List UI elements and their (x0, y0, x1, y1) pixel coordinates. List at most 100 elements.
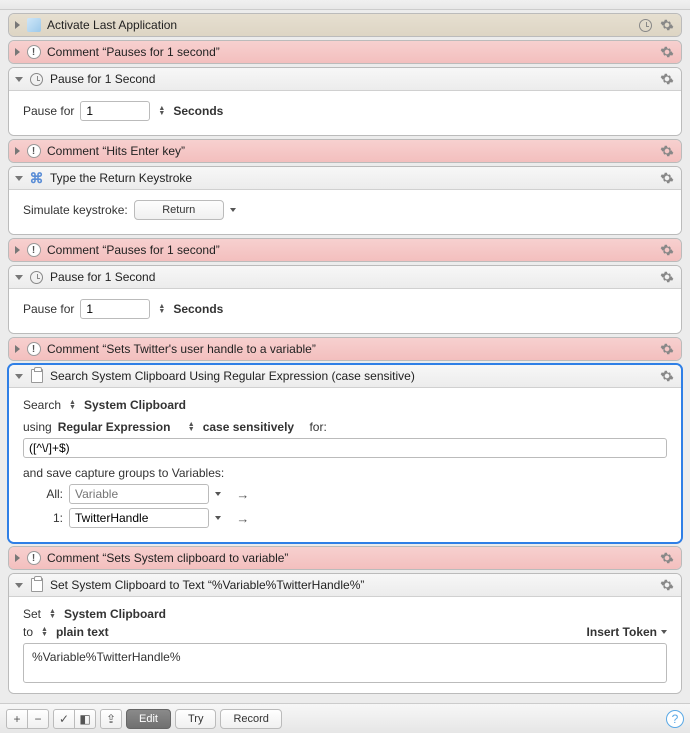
action-type-keystroke[interactable]: ⌘ Type the Return Keystroke Simulate key… (8, 166, 682, 235)
action-header[interactable]: ! Comment “Sets Twitter's user handle to… (9, 338, 681, 360)
disclosure-icon[interactable] (15, 21, 20, 29)
pause-label: Pause for (23, 104, 74, 118)
action-comment[interactable]: ! Comment “Hits Enter key” (8, 139, 682, 163)
gear-icon[interactable] (659, 71, 675, 87)
updown-icon[interactable]: ▲▼ (41, 627, 48, 637)
arrow-right-icon[interactable]: → (236, 487, 249, 502)
action-header[interactable]: ! Comment “Hits Enter key” (9, 140, 681, 162)
chevron-down-icon[interactable] (215, 492, 221, 496)
top-divider (0, 0, 690, 10)
bottom-toolbar: + − ✓ ◧ ⇪ Edit Try Record ? (0, 703, 690, 733)
to-format-popup[interactable]: plain text (56, 625, 109, 639)
pause-value-input[interactable] (80, 299, 150, 319)
action-search-clipboard[interactable]: Search System Clipboard Using Regular Ex… (8, 364, 682, 543)
updown-icon[interactable]: ▲▼ (158, 304, 165, 314)
disclosure-icon[interactable] (15, 246, 20, 254)
disclosure-icon[interactable] (15, 583, 23, 588)
show-button[interactable]: ◧ (74, 709, 96, 729)
share-button[interactable]: ⇪ (100, 709, 122, 729)
gear-icon[interactable] (659, 368, 675, 384)
clipboard-text-input[interactable]: %Variable%TwitterHandle% (23, 643, 667, 683)
clipboard-icon (29, 369, 44, 384)
action-header[interactable]: Pause for 1 Second (9, 68, 681, 91)
action-comment[interactable]: ! Comment “Pauses for 1 second” (8, 40, 682, 64)
edit-button[interactable]: Edit (126, 709, 171, 729)
disclosure-icon[interactable] (15, 147, 20, 155)
action-title: Pause for 1 Second (50, 72, 659, 86)
action-header[interactable]: Search System Clipboard Using Regular Ex… (9, 365, 681, 388)
action-title: Activate Last Application (47, 18, 638, 32)
gear-icon[interactable] (659, 242, 675, 258)
search-target-popup[interactable]: System Clipboard (84, 398, 186, 412)
enable-button[interactable]: ✓ (53, 709, 75, 729)
action-title: Comment “Sets System clipboard to variab… (47, 551, 659, 565)
updown-icon[interactable]: ▲▼ (49, 609, 56, 619)
search-label: Search (23, 398, 61, 412)
action-header[interactable]: ! Comment “Pauses for 1 second” (9, 41, 681, 63)
disclosure-icon[interactable] (15, 77, 23, 82)
using-label: using (23, 420, 52, 434)
app-icon (26, 18, 41, 33)
using-mode-popup[interactable]: Regular Expression (58, 420, 171, 434)
pause-unit-popup[interactable]: Seconds (173, 104, 223, 118)
exclaim-icon: ! (26, 551, 41, 566)
disclosure-icon[interactable] (15, 275, 23, 280)
action-activate-last-app[interactable]: Activate Last Application (8, 13, 682, 37)
action-title: Set System Clipboard to Text “%Variable%… (50, 578, 659, 592)
disclosure-icon[interactable] (15, 374, 23, 379)
gear-icon[interactable] (659, 577, 675, 593)
capture-1-input[interactable] (69, 508, 209, 528)
gear-icon[interactable] (659, 170, 675, 186)
remove-button[interactable]: − (27, 709, 49, 729)
arrow-right-icon[interactable]: → (236, 511, 249, 526)
case-mode-popup[interactable]: case sensitively (203, 420, 294, 434)
action-pause[interactable]: Pause for 1 Second Pause for ▲▼ Seconds (8, 265, 682, 334)
capture-all-input[interactable] (69, 484, 209, 504)
chevron-down-icon[interactable] (230, 208, 236, 212)
action-header[interactable]: Set System Clipboard to Text “%Variable%… (9, 574, 681, 597)
action-header[interactable]: Pause for 1 Second (9, 266, 681, 289)
disclosure-icon[interactable] (15, 176, 23, 181)
gear-icon[interactable] (659, 550, 675, 566)
insert-token-label: Insert Token (587, 625, 657, 639)
set-label: Set (23, 607, 41, 621)
action-body: Set ▲▼ System Clipboard to ▲▼ plain text… (9, 597, 681, 693)
help-button[interactable]: ? (666, 710, 684, 728)
gear-icon[interactable] (659, 44, 675, 60)
action-header[interactable]: Activate Last Application (9, 14, 681, 36)
updown-icon[interactable]: ▲▼ (158, 106, 165, 116)
disclosure-icon[interactable] (15, 345, 20, 353)
disclosure-icon[interactable] (15, 554, 20, 562)
insert-token-popup[interactable]: Insert Token (587, 625, 667, 639)
action-set-clipboard[interactable]: Set System Clipboard to Text “%Variable%… (8, 573, 682, 694)
action-comment[interactable]: ! Comment “Sets System clipboard to vari… (8, 546, 682, 570)
updown-icon[interactable]: ▲▼ (69, 400, 76, 410)
exclaim-icon: ! (26, 45, 41, 60)
action-header[interactable]: ! Comment “Sets System clipboard to vari… (9, 547, 681, 569)
action-title: Comment “Pauses for 1 second” (47, 45, 659, 59)
action-comment[interactable]: ! Comment “Sets Twitter's user handle to… (8, 337, 682, 361)
pause-unit-popup[interactable]: Seconds (173, 302, 223, 316)
keystroke-popup[interactable]: Return (134, 200, 224, 220)
action-header[interactable]: ! Comment “Pauses for 1 second” (9, 239, 681, 261)
action-comment[interactable]: ! Comment “Pauses for 1 second” (8, 238, 682, 262)
disclosure-icon[interactable] (15, 48, 20, 56)
exclaim-icon: ! (26, 243, 41, 258)
pause-value-input[interactable] (80, 101, 150, 121)
record-button[interactable]: Record (220, 709, 281, 729)
try-button[interactable]: Try (175, 709, 216, 729)
exclaim-icon: ! (26, 342, 41, 357)
gear-icon[interactable] (659, 341, 675, 357)
chevron-down-icon[interactable] (215, 516, 221, 520)
gear-icon[interactable] (659, 17, 675, 33)
updown-icon[interactable]: ▲▼ (188, 422, 195, 432)
regex-input[interactable] (23, 438, 667, 458)
chevron-down-icon (661, 630, 667, 634)
add-button[interactable]: + (6, 709, 28, 729)
action-pause[interactable]: Pause for 1 Second Pause for ▲▼ Seconds (8, 67, 682, 136)
set-target-popup[interactable]: System Clipboard (64, 607, 166, 621)
gear-icon[interactable] (659, 269, 675, 285)
gear-icon[interactable] (659, 143, 675, 159)
action-header[interactable]: ⌘ Type the Return Keystroke (9, 167, 681, 190)
enable-group: ✓ ◧ (53, 709, 96, 729)
